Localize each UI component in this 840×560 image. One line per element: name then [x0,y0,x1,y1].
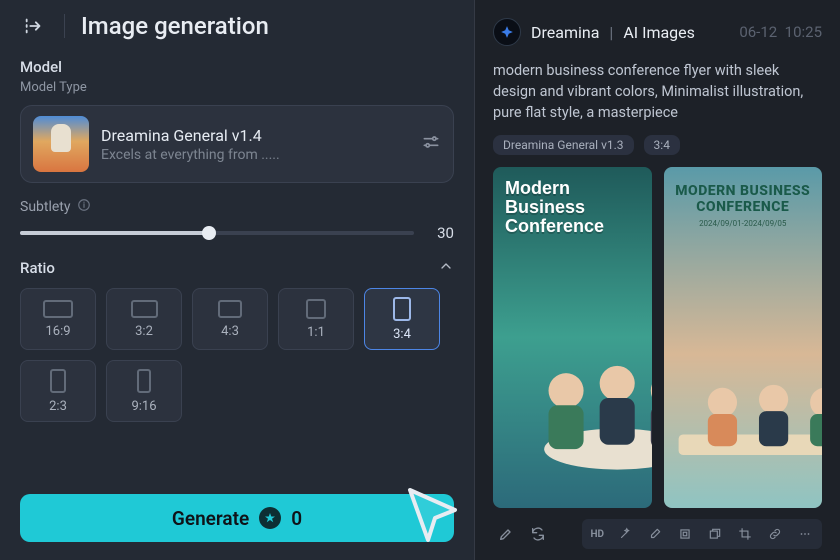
more-icon[interactable] [792,521,818,547]
model-thumbnail [33,116,89,172]
brand-text: Dreamina [531,23,599,42]
edit-icon[interactable] [493,521,519,547]
chip[interactable]: Dreamina General v1.3 [493,135,634,155]
ratio-shape-icon [43,300,73,318]
feed-timestamp: 06-12 10:25 [739,23,822,41]
model-info: Dreamina General v1.4 Excels at everythi… [101,126,409,163]
feed-time: 10:25 [785,23,822,41]
ratio-shape-icon [131,300,158,318]
feed-header: Dreamina | AI Images 06-12 10:25 [493,18,822,46]
ratio-option-2-3[interactable]: 2:3 [20,360,96,422]
generate-cost: 0 [291,507,302,530]
subtlety-slider[interactable]: 30 [20,224,454,242]
ratio-options: 16:9 3:2 4:3 1:1 3:4 2:3 9:16 [20,288,454,422]
eraser-icon[interactable] [642,521,668,547]
result-image-2[interactable]: MODERN BUSINESS CONFERENCE 2024/09/01-20… [664,167,823,508]
subtlety-value: 30 [428,224,454,242]
expand-icon[interactable] [672,521,698,547]
panel-header: Image generation [20,12,454,40]
ratio-option-label: 2:3 [49,399,67,414]
info-icon[interactable] [77,197,91,216]
brand-badge-icon [493,18,521,46]
ratio-option-label: 3:4 [393,327,411,342]
ratio-option-3-4[interactable]: 3:4 [364,288,440,350]
ratio-shape-icon [50,369,66,393]
expand-collapse-icon[interactable] [20,12,48,40]
brand-separator: | [609,23,613,42]
ratio-option-16-9[interactable]: 16:9 [20,288,96,350]
layers-icon[interactable] [702,521,728,547]
ratio-option-label: 4:3 [221,324,239,339]
ratio-option-label: 16:9 [45,324,70,339]
generate-button[interactable]: Generate 0 [20,494,454,542]
model-name: Dreamina General v1.4 [101,126,409,145]
results-feed: Dreamina | AI Images 06-12 10:25 modern … [475,0,840,560]
chevron-up-icon [438,258,454,278]
ratio-option-label: 9:16 [131,399,156,414]
page-title: Image generation [81,12,269,40]
ratio-shape-icon [137,369,151,393]
poster-title: MODERN BUSINESS CONFERENCE 2024/09/01-20… [664,183,823,229]
result-toolbar: HD [493,520,822,548]
feed-date: 06-12 [739,23,777,41]
model-section-label: Model [20,58,454,76]
prompt-text: modern business conference flyer with sl… [493,60,822,123]
magic-wand-icon[interactable] [612,521,638,547]
generate-label: Generate [172,507,249,530]
ratio-option-3-2[interactable]: 3:2 [106,288,182,350]
ratio-option-9-16[interactable]: 9:16 [106,360,182,422]
model-selector[interactable]: Dreamina General v1.4 Excels at everythi… [20,105,454,183]
ratio-shape-icon [306,299,326,319]
ratio-header[interactable]: Ratio [20,258,454,278]
ratio-shape-icon [218,300,242,318]
hd-label[interactable]: HD [586,529,608,540]
ratio-label: Ratio [20,259,55,277]
crop-icon[interactable] [732,521,758,547]
slider-thumb[interactable] [202,226,216,240]
ratio-option-4-3[interactable]: 4:3 [192,288,268,350]
result-chips: Dreamina General v1.3 3:4 [493,135,822,155]
ratio-option-1-1[interactable]: 1:1 [278,288,354,350]
sliders-icon[interactable] [421,132,441,156]
result-grid: Modern Business Conference MODERN BUSINE… [493,167,822,508]
subtlety-label: Subtlety [20,199,71,215]
ratio-option-label: 1:1 [307,325,325,340]
link-icon[interactable] [762,521,788,547]
brand-name: Dreamina | AI Images [531,23,695,42]
result-image-1[interactable]: Modern Business Conference [493,167,652,508]
ratio-option-label: 3:2 [135,324,153,339]
divider [64,14,65,38]
ratio-shape-icon [393,297,411,321]
model-type-label: Model Type [20,80,454,95]
brand-section: AI Images [623,23,695,42]
subtlety-label-row: Subtlety [20,197,454,216]
credits-icon [259,507,281,529]
regenerate-icon[interactable] [525,521,551,547]
poster-title: Modern Business Conference [505,179,640,236]
chip[interactable]: 3:4 [644,135,680,155]
generation-panel: Image generation Model Model Type Dreami… [0,0,475,560]
model-description: Excels at everything from ..... [101,147,409,163]
